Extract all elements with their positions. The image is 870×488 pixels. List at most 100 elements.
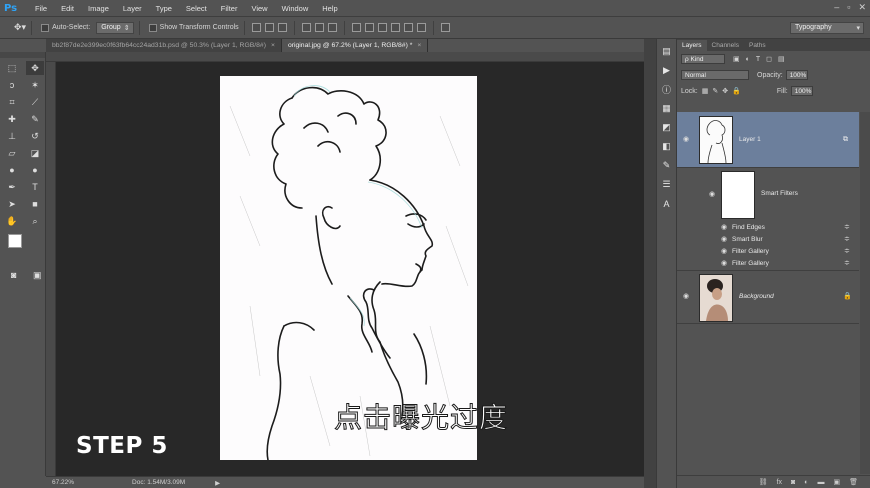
dodge-tool-icon[interactable]: ● [26,163,44,177]
layer-style-fx-icon[interactable]: fx [777,479,782,486]
pen-tool-icon[interactable]: ✒ [3,180,21,194]
filter-options-icon[interactable]: ≑ [844,247,850,255]
zoom-level[interactable]: 67.22% [52,479,74,486]
visibility-eye-icon[interactable]: ◉ [721,224,730,231]
distribute-hcenter-icon[interactable] [403,23,413,32]
status-menu-arrow-icon[interactable]: ▶ [215,479,220,487]
layer-row-background[interactable]: ◉ Background 🔒 [677,270,859,324]
menu-layer[interactable]: Layer [116,4,149,13]
visibility-eye-icon[interactable]: ◉ [683,136,692,143]
eraser-tool-icon[interactable]: ▱ [3,146,21,160]
minimize-icon[interactable]: – [834,2,839,13]
layer-name-layer1[interactable]: Layer 1 [739,136,761,143]
menu-view[interactable]: View [244,4,274,13]
tab-close-icon[interactable]: × [417,42,421,49]
visibility-eye-icon[interactable]: ◉ [721,236,730,243]
filter-options-icon[interactable]: ≑ [844,223,850,231]
layers-scrollbar[interactable] [860,112,870,474]
visibility-eye-icon[interactable]: ◉ [721,260,730,267]
lock-paint-icon[interactable]: ✎ [712,87,718,95]
hand-tool-icon[interactable]: ✋ [3,214,21,228]
filter-pixel-icon[interactable]: ▣ [733,55,740,63]
swatches-panel-icon[interactable]: ▦ [660,102,673,115]
menu-file[interactable]: File [28,4,54,13]
type-tool-icon[interactable]: T [26,180,44,194]
blur-tool-icon[interactable]: ● [3,163,21,177]
smart-filters-row[interactable]: ◉ Smart Filters [677,168,859,222]
move-tool-icon[interactable]: ✥ [26,61,44,75]
filter-row-find-edges[interactable]: ◉ Find Edges ≑ [677,222,859,234]
character-panel-icon[interactable]: A [660,197,673,210]
blend-mode-dropdown[interactable]: Normal [681,70,749,80]
new-group-icon[interactable]: ▬ [817,479,824,486]
properties-panel-icon[interactable]: ☰ [660,178,673,191]
distribute-vcenter-icon[interactable] [364,23,374,32]
history-panel-icon[interactable]: ▤ [660,45,673,58]
menu-image[interactable]: Image [81,4,116,13]
paint-bucket-tool-icon[interactable]: ◪ [26,146,44,160]
opacity-field[interactable]: 100% [785,70,808,80]
distribute-top-icon[interactable] [351,23,361,32]
menu-select[interactable]: Select [179,4,214,13]
menu-window[interactable]: Window [275,4,316,13]
styles-panel-icon[interactable]: ◧ [660,140,673,153]
screen-mode-icon[interactable]: ▣ [30,268,46,282]
new-layer-icon[interactable]: ▣ [833,478,840,486]
layer-name-background[interactable]: Background [739,293,774,300]
lock-move-icon[interactable]: ✥ [722,87,728,95]
kind-filter-dropdown[interactable]: ρ Kind [681,54,725,64]
foreground-color-swatch[interactable] [8,234,22,248]
crop-tool-icon[interactable]: ⌗ [3,95,21,109]
magic-wand-tool-icon[interactable]: ✶ [26,78,44,92]
menu-type[interactable]: Type [149,4,179,13]
fill-field[interactable]: 100% [790,86,813,96]
align-left-icon[interactable] [301,23,311,32]
layer-row-layer1[interactable]: ◉ Layer 1 ⧉ [677,112,859,168]
brush-tool-icon[interactable]: ✎ [26,112,44,126]
filter-row-smart-blur[interactable]: ◉ Smart Blur ≑ [677,234,859,246]
adjustments-panel-icon[interactable]: ◩ [660,121,673,134]
adjustment-layer-icon[interactable]: ◐ [804,479,808,486]
document-tab-psd[interactable]: bb2f87de2e399ec0f63fb64cc24ad31b.psd @ 5… [46,39,282,52]
tab-channels[interactable]: Channels [707,40,744,51]
align-top-icon[interactable] [251,23,261,32]
zoom-tool-icon[interactable]: ⌕ [26,214,44,228]
delete-layer-icon[interactable]: 🗑 [849,478,858,486]
lock-transparent-icon[interactable]: ▦ [702,87,709,95]
restore-icon[interactable]: ▫ [847,2,850,13]
show-transform-checkbox[interactable] [148,23,157,32]
visibility-eye-icon[interactable]: ◉ [709,191,718,198]
history-brush-tool-icon[interactable]: ↺ [26,129,44,143]
align-hcenter-icon[interactable] [314,23,324,32]
tab-layers[interactable]: Layers [677,40,707,51]
menu-filter[interactable]: Filter [214,4,245,13]
tab-close-icon[interactable]: × [271,42,275,49]
filter-shape-icon[interactable]: ◻ [766,55,772,63]
quick-mask-icon[interactable]: ◙ [6,268,22,282]
move-tool-preset-icon[interactable]: ✥▾ [14,22,26,33]
menu-edit[interactable]: Edit [54,4,81,13]
filter-row-filter-gallery[interactable]: ◉ Filter Gallery ≑ [677,246,859,258]
path-selection-tool-icon[interactable]: ➤ [3,197,21,211]
add-mask-icon[interactable]: ◙ [791,479,795,486]
info-panel-icon[interactable]: ⓘ [660,83,673,96]
workspace-dropdown[interactable]: Typography ▾ [790,21,864,34]
close-icon[interactable]: ✕ [858,2,866,13]
filter-type-icon[interactable]: T [756,56,760,63]
tab-paths[interactable]: Paths [744,40,771,51]
distribute-bottom-icon[interactable] [377,23,387,32]
document-tab-original[interactable]: original.jpg @ 67.2% (Layer 1, RGB/8#) *… [281,39,429,52]
filter-options-icon[interactable]: ≑ [844,259,850,267]
lasso-tool-icon[interactable]: ↄ [3,78,21,92]
marquee-tool-icon[interactable]: ⬚ [3,61,21,75]
distribute-left-icon[interactable] [390,23,400,32]
toolbox-grip[interactable] [0,52,45,58]
align-bottom-icon[interactable] [277,23,287,32]
visibility-eye-icon[interactable]: ◉ [721,248,730,255]
auto-select-dropdown[interactable]: Group ⇕ [96,21,134,34]
auto-select-checkbox[interactable] [41,23,50,32]
filter-adjust-icon[interactable]: ◐ [746,56,750,63]
actions-panel-icon[interactable]: ▶ [660,64,673,77]
healing-brush-tool-icon[interactable]: ✚ [3,112,21,126]
distribute-right-icon[interactable] [416,23,426,32]
